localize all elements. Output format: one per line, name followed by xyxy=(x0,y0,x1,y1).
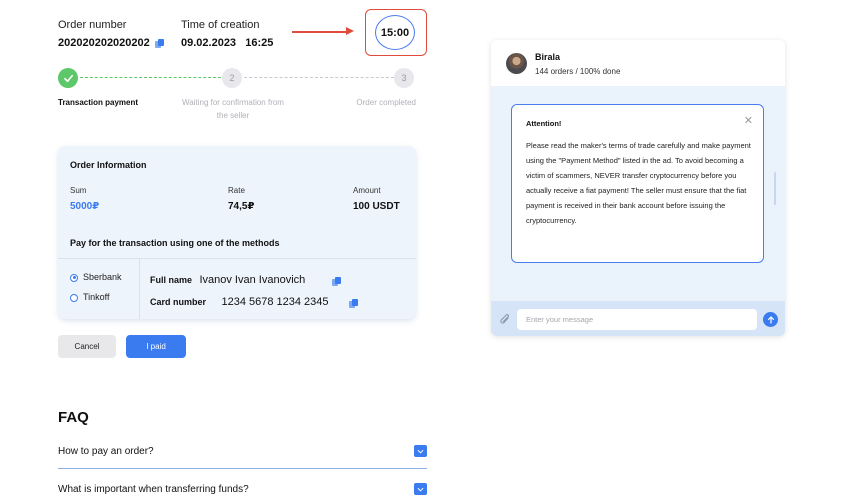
chat-panel: Birala 144 orders / 100% done Attention!… xyxy=(491,40,785,336)
step-3-label: Order completed xyxy=(356,98,416,107)
amount-label: Amount xyxy=(353,186,381,195)
card-divider xyxy=(58,258,416,259)
seller-name: Birala xyxy=(535,52,561,62)
fullname-label: Full name xyxy=(150,275,193,285)
timer-pointer-arrow xyxy=(292,31,347,33)
payment-methods-title: Pay for the transaction using one of the… xyxy=(70,238,280,248)
paperclip-icon[interactable] xyxy=(499,313,511,329)
faq-title: FAQ xyxy=(58,409,89,426)
cancel-button[interactable]: Cancel xyxy=(58,335,116,358)
copy-icon[interactable] xyxy=(154,38,164,48)
step-2-label: Waiting for confirmation from the seller xyxy=(182,98,284,120)
avatar xyxy=(506,53,527,74)
amount-value: 100 USDT xyxy=(353,201,400,212)
order-number-label: Order number xyxy=(58,19,127,31)
faq-question-1[interactable]: How to pay an order? xyxy=(58,446,154,457)
i-paid-button[interactable]: I paid xyxy=(126,335,186,358)
countdown-timer: 15:00 xyxy=(375,15,415,50)
rate-label: Rate xyxy=(228,186,245,195)
arrow-up-icon xyxy=(767,315,774,324)
attention-notice: Attention! ✕ Please read the maker's ter… xyxy=(511,104,764,263)
step-connector-2 xyxy=(244,77,394,78)
radio-tinkoff[interactable] xyxy=(70,293,78,302)
order-info-card: Order Information Sum 5000₽ Rate 74,5₽ A… xyxy=(58,146,416,319)
fullname-value: Ivanov Ivan Ivanovich xyxy=(199,274,306,286)
copy-fullname-icon[interactable] xyxy=(332,277,341,287)
method-tinkoff-label: Tinkoff xyxy=(83,292,110,302)
chevron-down-icon[interactable] xyxy=(414,483,427,495)
step-3-badge: 3 xyxy=(394,68,414,88)
fullname-row: Full name Ivanov Ivan Ivanovich xyxy=(150,270,305,288)
chat-scrollbar[interactable] xyxy=(774,172,776,205)
method-sberbank[interactable]: Sberbank xyxy=(70,272,122,282)
sum-value: 5000₽ xyxy=(70,201,100,212)
timer-pointer-arrowhead xyxy=(346,27,354,35)
step-1-done-icon xyxy=(58,68,78,88)
card-number-row: Card number 1234 5678 1234 2345 xyxy=(150,292,329,310)
send-button[interactable] xyxy=(763,312,778,327)
copy-card-number-icon[interactable] xyxy=(349,299,359,309)
message-input[interactable] xyxy=(517,309,757,330)
close-icon[interactable]: ✕ xyxy=(744,114,753,127)
faq-divider xyxy=(58,468,427,469)
chevron-down-icon[interactable] xyxy=(414,445,427,457)
card-number-label: Card number xyxy=(150,297,207,307)
attention-text: Please read the maker's terms of trade c… xyxy=(526,141,751,225)
rate-value: 74,5₽ xyxy=(228,201,255,212)
faq-question-2[interactable]: What is important when transferring fund… xyxy=(58,484,249,495)
step-2-badge: 2 xyxy=(222,68,242,88)
chat-input-bar xyxy=(491,301,785,336)
card-column-divider xyxy=(139,258,140,319)
attention-title: Attention! xyxy=(526,119,562,128)
creation-time-value: 09.02.2023 16:25 xyxy=(181,37,274,49)
chat-header: Birala 144 orders / 100% done xyxy=(491,40,785,86)
sum-label: Sum xyxy=(70,186,87,195)
step-1-label: Transaction payment xyxy=(58,98,139,107)
step-connector-1 xyxy=(80,77,221,78)
radio-sberbank[interactable] xyxy=(70,273,78,282)
method-tinkoff[interactable]: Tinkoff xyxy=(70,292,110,302)
method-sberbank-label: Sberbank xyxy=(83,272,122,282)
card-number-value: 1234 5678 1234 2345 xyxy=(221,296,329,308)
creation-time-label: Time of creation xyxy=(181,19,260,31)
order-number-value: 202020202020202 xyxy=(58,37,164,49)
timer-highlight-box: 15:00 xyxy=(365,9,427,56)
order-info-title: Order Information xyxy=(70,160,147,170)
seller-stats: 144 orders / 100% done xyxy=(535,67,621,76)
order-number-text: 202020202020202 xyxy=(58,37,150,49)
